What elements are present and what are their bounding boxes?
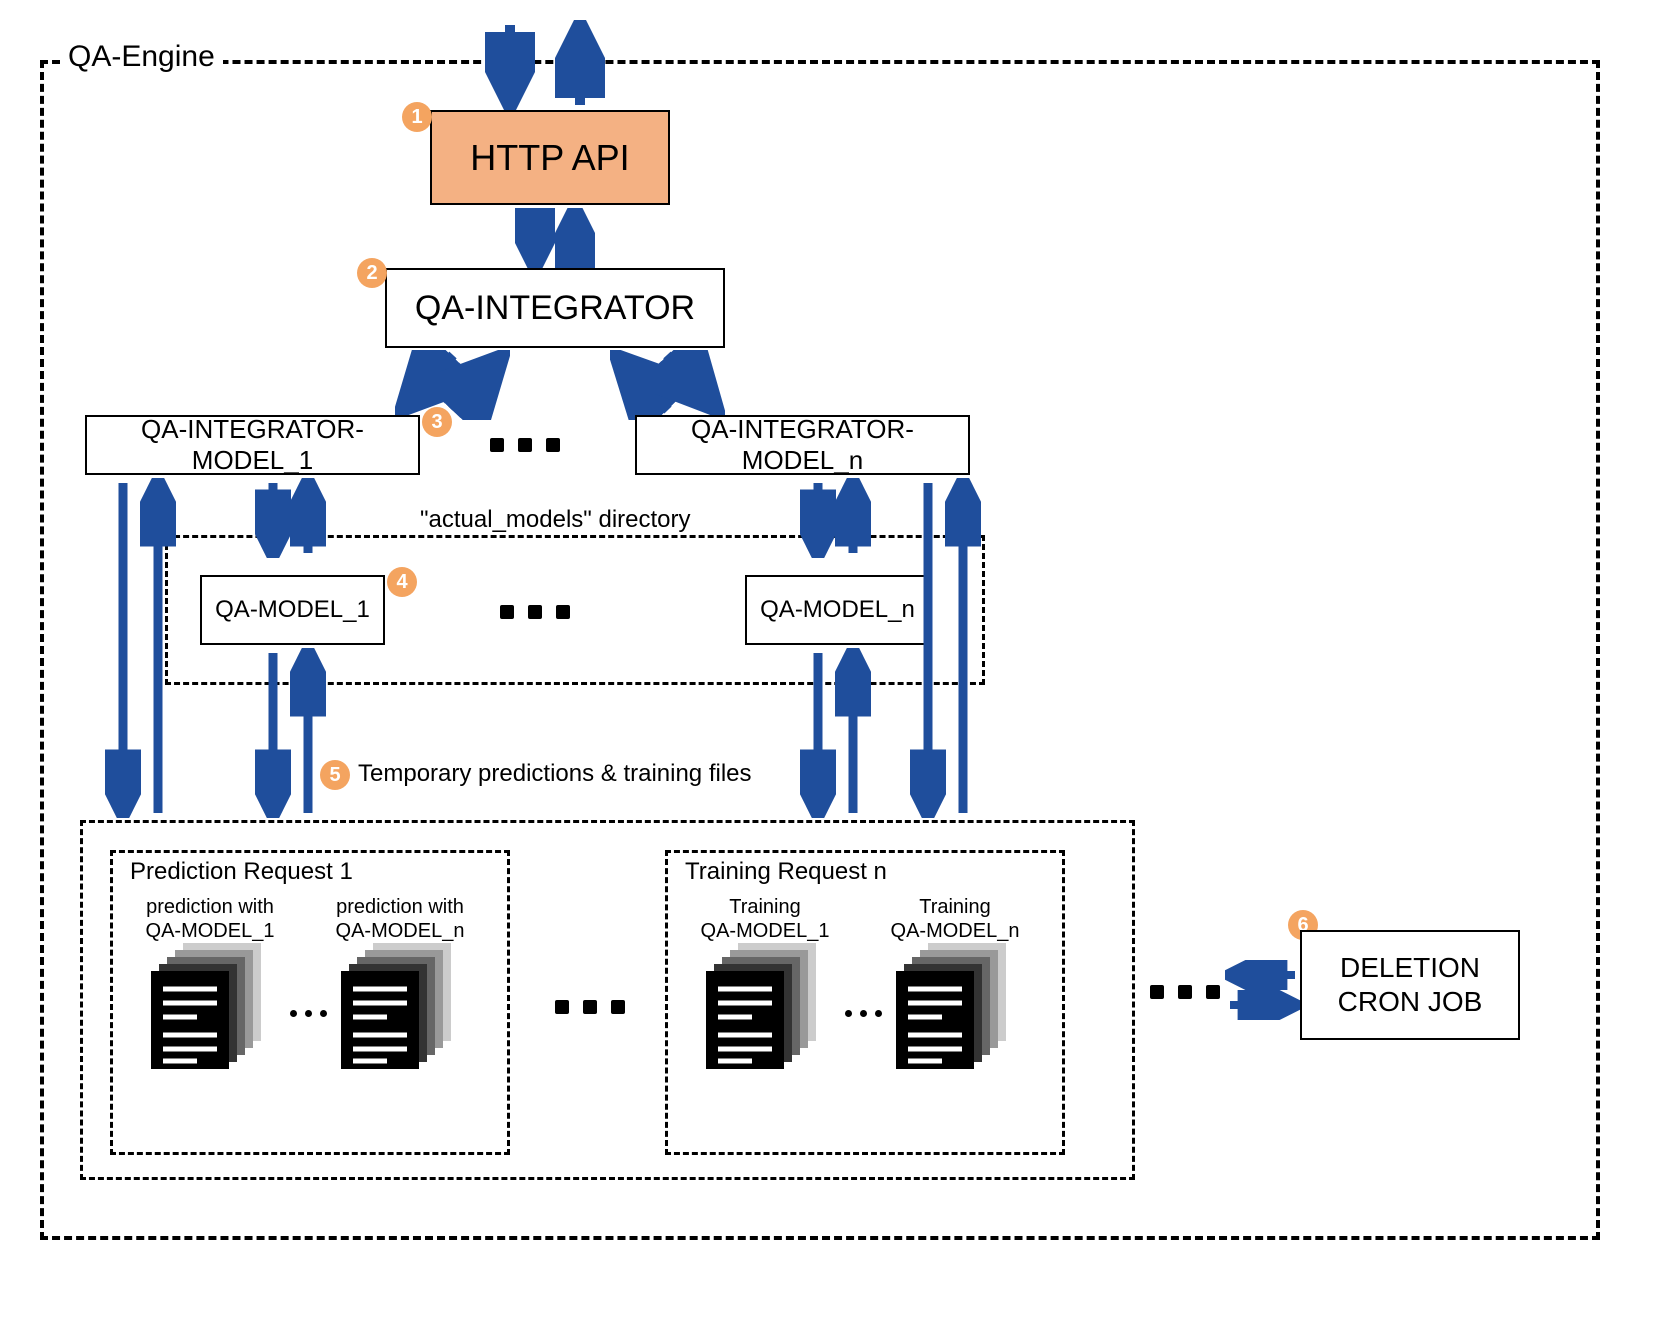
arrow-bypass-n-down-icon: [910, 478, 946, 818]
arrow-cron-left-icon: [1225, 960, 1300, 990]
arrow-in-icon: [485, 20, 535, 110]
arrow-bypass-1-up-icon: [140, 478, 176, 818]
qa-integrator-label: QA-INTEGRATOR: [415, 289, 695, 328]
qa-integrator-box: QA-INTEGRATOR: [385, 268, 725, 348]
qa-model-n-box: QA-MODEL_n: [745, 575, 930, 645]
badge-5: 5: [320, 760, 350, 790]
deletion-cron-label: DELETION CRON JOB: [1302, 951, 1518, 1018]
badge-2: 2: [357, 258, 387, 288]
badge-1: 1: [402, 102, 432, 132]
arrow-qmn-down-icon: [800, 648, 836, 818]
arrow-qmn-up-icon: [835, 648, 871, 818]
file-stack-pred-n: prediction withQA-MODEL_n: [335, 895, 465, 1098]
arrow-bypass-n-up-icon: [945, 478, 981, 818]
pred-n-b: QA-MODEL_n: [336, 920, 465, 942]
badge-3: 3: [422, 407, 452, 437]
qa-integrator-model-1-label: QA-INTEGRATOR-MODEL_1: [87, 414, 418, 476]
prediction-request-1-title: Prediction Request 1: [130, 858, 353, 886]
arrow-qm1-down-icon: [255, 648, 291, 818]
qa-engine-title: QA-Engine: [60, 40, 223, 74]
file-stack-train-n: TrainingQA-MODEL_n: [890, 895, 1020, 1098]
qa-integrator-model-n-label: QA-INTEGRATOR-MODEL_n: [637, 414, 968, 476]
ellipsis-pred-inner: [290, 1010, 327, 1017]
pred-1-b: QA-MODEL_1: [146, 920, 275, 942]
arrow-http-up-icon: [555, 208, 595, 268]
train-n-a: Training: [919, 896, 991, 918]
train-1-a: Training: [729, 896, 801, 918]
train-n-b: QA-MODEL_n: [891, 920, 1020, 942]
qa-model-n-label: QA-MODEL_n: [760, 596, 915, 624]
arrow-m1-up-icon: [290, 478, 326, 558]
qa-model-1-box: QA-MODEL_1: [200, 575, 385, 645]
ellipsis-qa-models: [500, 605, 570, 619]
temp-files-label: Temporary predictions & training files: [358, 760, 752, 788]
arrow-http-down-icon: [515, 208, 555, 268]
actual-models-label: "actual_models" directory: [420, 506, 691, 534]
deletion-cron-box: DELETION CRON JOB: [1300, 930, 1520, 1040]
qa-integrator-model-1-box: QA-INTEGRATOR-MODEL_1: [85, 415, 420, 475]
file-stack-train-1: TrainingQA-MODEL_1: [700, 895, 830, 1098]
diagram-stage: QA-Engine HTTP API 1 QA-INTEGRATOR 2 QA-…: [0, 0, 1667, 1333]
http-api-label: HTTP API: [470, 137, 629, 179]
ellipsis-models: [490, 438, 560, 452]
badge-4: 4: [387, 567, 417, 597]
file-stack-pred-1: prediction withQA-MODEL_1: [145, 895, 275, 1098]
qa-model-1-label: QA-MODEL_1: [215, 596, 370, 624]
ellipsis-cron: [1150, 985, 1220, 999]
pred-1-a: prediction with: [146, 896, 274, 918]
arrow-m1-down-icon: [255, 478, 291, 558]
arrow-out-icon: [555, 20, 605, 110]
arrow-mn-up-icon: [835, 478, 871, 558]
qa-integrator-model-n-box: QA-INTEGRATOR-MODEL_n: [635, 415, 970, 475]
pred-n-a: prediction with: [336, 896, 464, 918]
arrow-int-right-down-icon: [655, 350, 725, 420]
ellipsis-requests: [555, 1000, 625, 1014]
arrow-mn-down-icon: [800, 478, 836, 558]
arrow-cron-right-icon: [1225, 990, 1300, 1020]
arrow-qm1-up-icon: [290, 648, 326, 818]
ellipsis-train-inner: [845, 1010, 882, 1017]
training-request-n-title: Training Request n: [685, 858, 887, 886]
train-1-b: QA-MODEL_1: [701, 920, 830, 942]
http-api-box: HTTP API: [430, 110, 670, 205]
arrow-int-left-up-icon: [440, 350, 510, 420]
arrow-bypass-1-down-icon: [105, 478, 141, 818]
